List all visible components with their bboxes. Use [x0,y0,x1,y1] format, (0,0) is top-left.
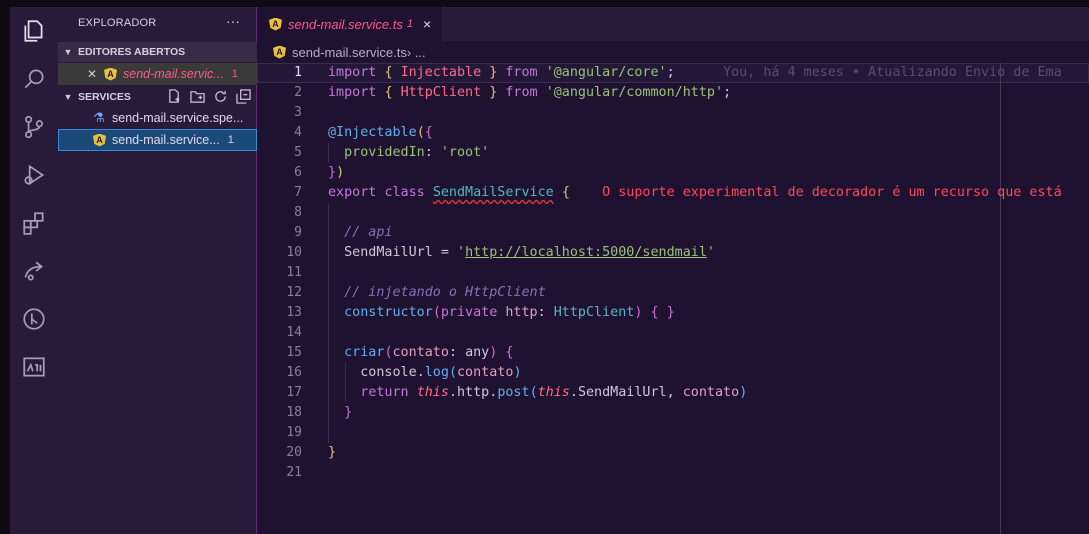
close-icon[interactable]: ✕ [84,67,100,81]
code-line [328,203,1089,223]
editor-tab-bar: A send-mail.service.ts 1 × [257,7,1089,41]
new-file-icon[interactable] [167,89,182,104]
line-number: 8 [294,205,302,220]
problem-count: 1 [227,134,234,146]
test-flask-icon: ⚗ [93,110,105,125]
code-line: @Injectable({ [328,125,433,140]
code-line: } [328,445,337,460]
source-control-icon[interactable] [20,113,48,141]
line-number: 10 [286,245,302,260]
line-number: 14 [286,325,302,340]
code-line [328,323,1089,343]
refresh-icon[interactable] [213,89,228,104]
file-item-service[interactable]: A send-mail.service... 1 [58,129,257,151]
code-line: providedIn: 'root' [328,143,1089,163]
code-line: import { HttpClient } from '@angular/com… [328,85,732,100]
line-number-gutter: 1 2 3 4 5 6 7 8 9 10 11 12 13 14 15 16 1… [257,63,327,483]
breadcrumb: A send-mail.service.ts › ... [257,41,1089,63]
code-content[interactable]: import { Injectable } from '@angular/cor… [328,63,1089,483]
tab-filename: send-mail.service.ts [288,16,403,32]
collapse-all-icon[interactable] [236,89,251,104]
breadcrumb-file[interactable]: send-mail.service.ts [292,45,407,60]
open-editor-item[interactable]: ✕ A send-mail.servic... 1 [58,63,257,85]
line-number: 4 [294,125,302,140]
code-line [328,263,1089,283]
code-editor[interactable]: 1 2 3 4 5 6 7 8 9 10 11 12 13 14 15 16 1… [257,63,1089,534]
git-blame-annotation: You, há 4 meses • Atualizando Envio de E… [723,65,1062,80]
tab-problem-count: 1 [406,18,413,30]
explorer-icon[interactable] [20,17,48,45]
code-line: import { Injectable } from '@angular/cor… [328,65,1062,80]
line-number: 17 [286,385,302,400]
live-share-icon[interactable] [20,257,48,285]
extensions-icon[interactable] [20,209,48,237]
title-strip [0,0,1089,7]
code-line: constructor(private http: HttpClient) { … [328,303,1089,323]
api-icon[interactable] [20,353,48,381]
code-line: return this.http.post(this.SendMailUrl, … [328,383,1089,403]
line-number: 9 [294,225,302,240]
explorer-sidebar: EXPLORADOR ··· ▼ EDITORES ABERTOS ✕ A se… [58,7,257,534]
more-actions-icon[interactable]: ··· [226,13,240,29]
line-number: 18 [286,405,302,420]
window-edge [0,7,10,534]
code-line: // api [328,223,1089,243]
file-name: send-mail.service.spe... [112,111,244,125]
open-editors-label: EDITORES ABERTOS [78,46,186,58]
chevron-down-icon: ▼ [63,92,73,102]
chevron-down-icon: ▼ [63,47,73,57]
explorer-title: EXPLORADOR [78,17,157,29]
line-number: 12 [286,285,302,300]
line-number: 15 [286,345,302,360]
line-number: 16 [286,365,302,380]
line-number: 3 [294,105,302,120]
line-number: 21 [286,465,302,480]
search-icon[interactable] [20,65,48,93]
file-name: send-mail.service... [112,133,220,147]
open-editor-filename: send-mail.servic... [123,67,224,81]
line-number: 7 [294,185,302,200]
editor-tab[interactable]: A send-mail.service.ts 1 × [257,7,442,41]
line-number: 11 [286,265,302,280]
line-number: 6 [294,165,302,180]
problem-count: 1 [231,68,238,80]
open-editors-header[interactable]: ▼ EDITORES ABERTOS [58,42,257,62]
code-line: criar(contato: any) { [328,343,1089,363]
line-number: 20 [286,445,302,460]
code-line: } [328,403,1089,423]
code-line: }) [328,165,345,180]
line-number: 5 [294,145,302,160]
line-number: 1 [294,65,302,80]
line-number: 19 [286,425,302,440]
file-item-spec[interactable]: ⚗ send-mail.service.spe... [58,107,257,129]
close-tab-icon[interactable]: × [423,16,431,32]
line-number: 13 [286,305,302,320]
angular-icon: A [93,133,106,147]
angular-icon: A [104,67,117,81]
code-line: // injetando o HttpClient [328,283,1089,303]
angular-icon: A [269,17,282,31]
code-line [328,423,1089,443]
breadcrumb-separator[interactable]: › ... [407,45,426,60]
code-line: console.log(contato) [328,363,1089,383]
inline-error-message: O suporte experimental de decorador é um… [602,185,1062,200]
code-line: export class SendMailService { O suporte… [328,185,1062,200]
services-folder-header[interactable]: ▼ SERVICES [58,87,257,107]
line-number: 2 [294,85,302,100]
angular-icon: A [273,45,286,59]
activity-bar [10,7,58,534]
new-folder-icon[interactable] [190,89,205,104]
services-label: SERVICES [78,91,131,103]
git-graph-icon[interactable] [20,305,48,333]
code-line: SendMailUrl = 'http://localhost:5000/sen… [328,243,1089,263]
run-debug-icon[interactable] [20,161,48,189]
